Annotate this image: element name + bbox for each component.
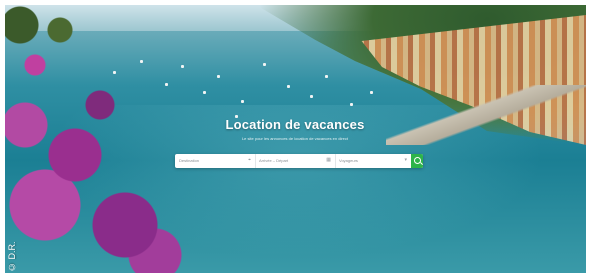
photo-credit: © D.R. <box>7 241 17 272</box>
guests-placeholder: Voyageurs <box>339 158 358 163</box>
guests-field[interactable]: Voyageurs ▾ <box>335 154 411 168</box>
calendar-icon: ▦ <box>326 157 331 163</box>
boat <box>217 75 220 78</box>
boat <box>241 100 244 103</box>
boat <box>350 103 353 106</box>
search-icon <box>414 157 421 164</box>
destination-placeholder: Destination <box>179 158 200 163</box>
boat <box>325 75 328 78</box>
boat <box>203 91 206 94</box>
destination-field[interactable]: Destination ⌖ <box>175 154 256 168</box>
boat <box>287 85 290 88</box>
boat <box>370 91 373 94</box>
boat <box>310 95 313 98</box>
hero-subtitle: Le site pour les annonces de location de… <box>241 136 349 141</box>
search-button[interactable] <box>411 154 423 168</box>
boat <box>263 63 266 66</box>
pin-icon: ⌖ <box>248 157 251 163</box>
dates-placeholder: Arrivée – Départ <box>259 158 289 163</box>
dates-field[interactable]: Arrivée – Départ ▦ <box>255 154 336 168</box>
search-bar: Destination ⌖ Arrivée – Départ ▦ Voyageu… <box>175 154 423 168</box>
chevron-down-icon: ▾ <box>404 157 407 163</box>
hero-title: Location de vacances <box>225 117 365 132</box>
